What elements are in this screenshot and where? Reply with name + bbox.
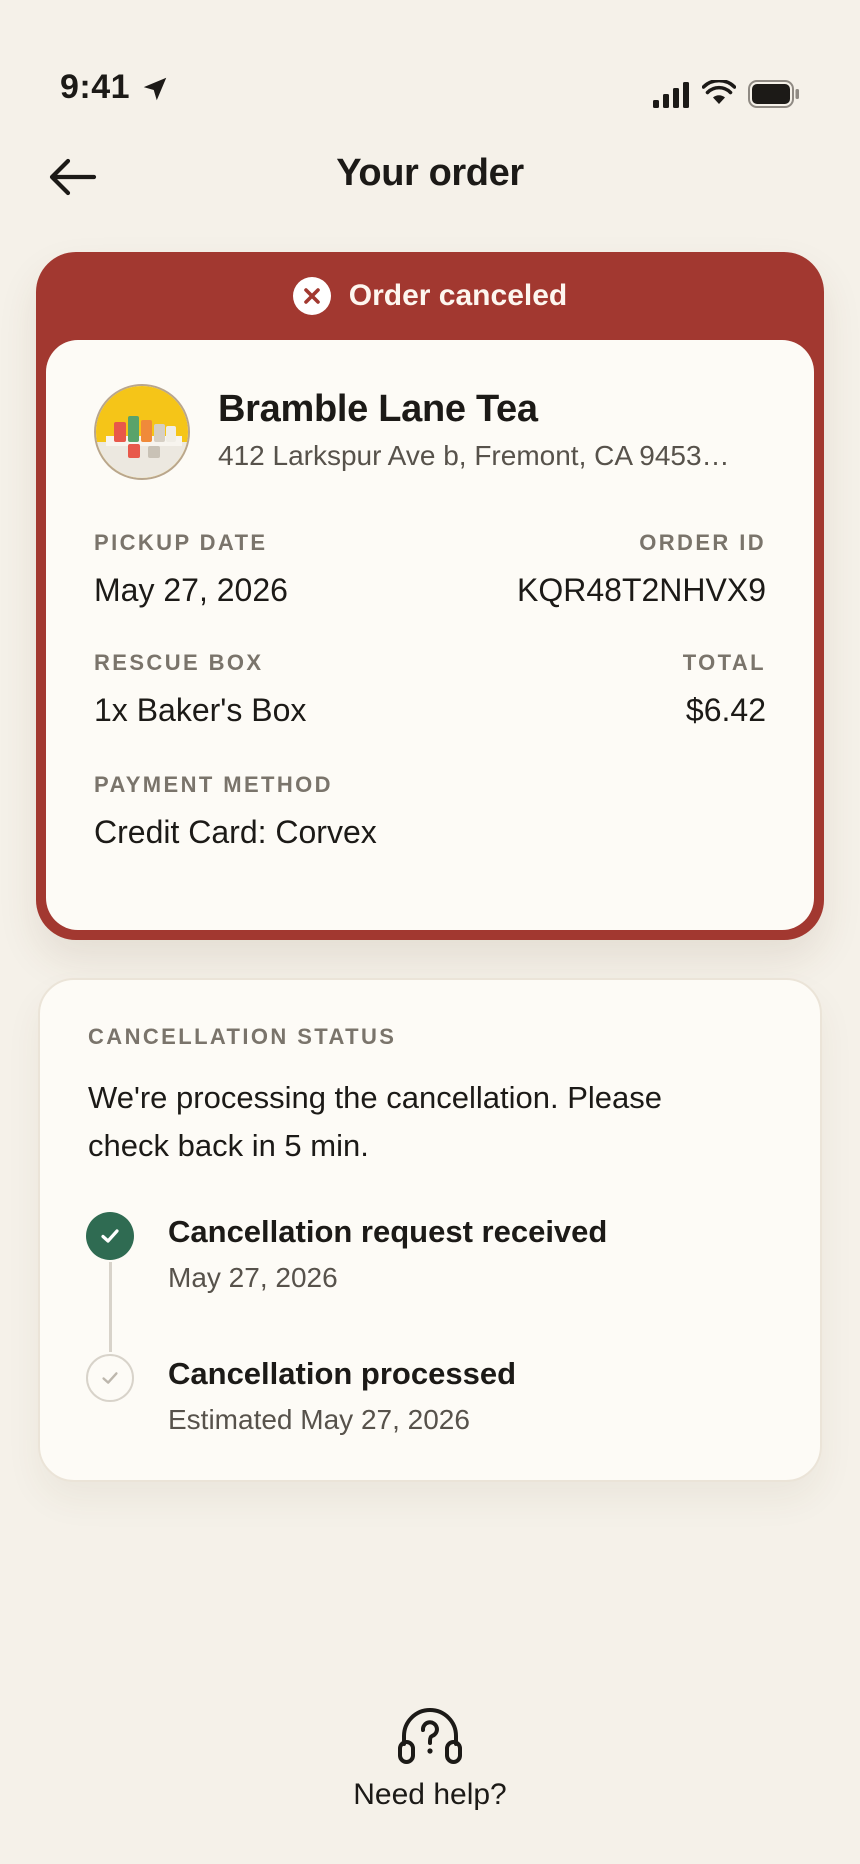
payment-method: Credit Card: Corvex <box>94 814 377 850</box>
location-arrow-icon <box>143 77 167 101</box>
step-title: Cancellation request received <box>168 1214 608 1249</box>
order-details: Bramble Lane Tea 412 Larkspur Ave b, Fre… <box>46 340 814 930</box>
store-address: 412 Larkspur Ave b, Fremont, CA 9453… <box>218 440 730 471</box>
step-completed-check-icon <box>86 1212 134 1260</box>
order-id-label: ORDER ID <box>639 530 766 555</box>
order-status-banner: Order canceled <box>36 252 824 340</box>
total-label: TOTAL <box>682 650 766 675</box>
order-card: Order canceled Bramble Lane Tea 412 Lark… <box>36 252 824 940</box>
step-date: May 27, 2026 <box>168 1262 338 1293</box>
step-pending-check-icon <box>86 1354 134 1402</box>
wifi-icon <box>702 80 736 104</box>
pickup-date-label: PICKUP DATE <box>94 530 268 555</box>
headset-question-icon[interactable] <box>396 1704 464 1764</box>
store-name: Bramble Lane Tea <box>218 388 538 430</box>
status-time: 9:41 <box>60 68 131 106</box>
status-bar: 9:41 <box>0 0 860 120</box>
payment-method-label: PAYMENT METHOD <box>94 772 333 797</box>
timeline-connector <box>109 1262 112 1352</box>
step-title: Cancellation processed <box>168 1356 517 1391</box>
cellular-signal-icon <box>653 82 689 108</box>
cancellation-status-label: CANCELLATION STATUS <box>88 1024 397 1049</box>
page-title: Your order <box>336 152 524 194</box>
step-date: Estimated May 27, 2026 <box>168 1404 470 1435</box>
cancellation-message: We're processing the cancellation. Pleas… <box>88 1080 662 1163</box>
rescue-box: 1x Baker's Box <box>94 692 307 728</box>
order-total: $6.42 <box>685 692 766 728</box>
battery-icon <box>748 80 799 108</box>
order-status-label: Order canceled <box>348 279 568 312</box>
order-id: KQR48T2NHVX9 <box>517 572 766 608</box>
cancellation-status-card: CANCELLATION STATUS We're processing the… <box>38 978 822 1482</box>
rescue-box-label: RESCUE BOX <box>94 650 264 675</box>
store-avatar <box>94 384 190 480</box>
close-circle-icon <box>292 277 331 315</box>
pickup-date: May 27, 2026 <box>94 572 288 608</box>
need-help-link[interactable]: Need help? <box>0 1778 860 1812</box>
